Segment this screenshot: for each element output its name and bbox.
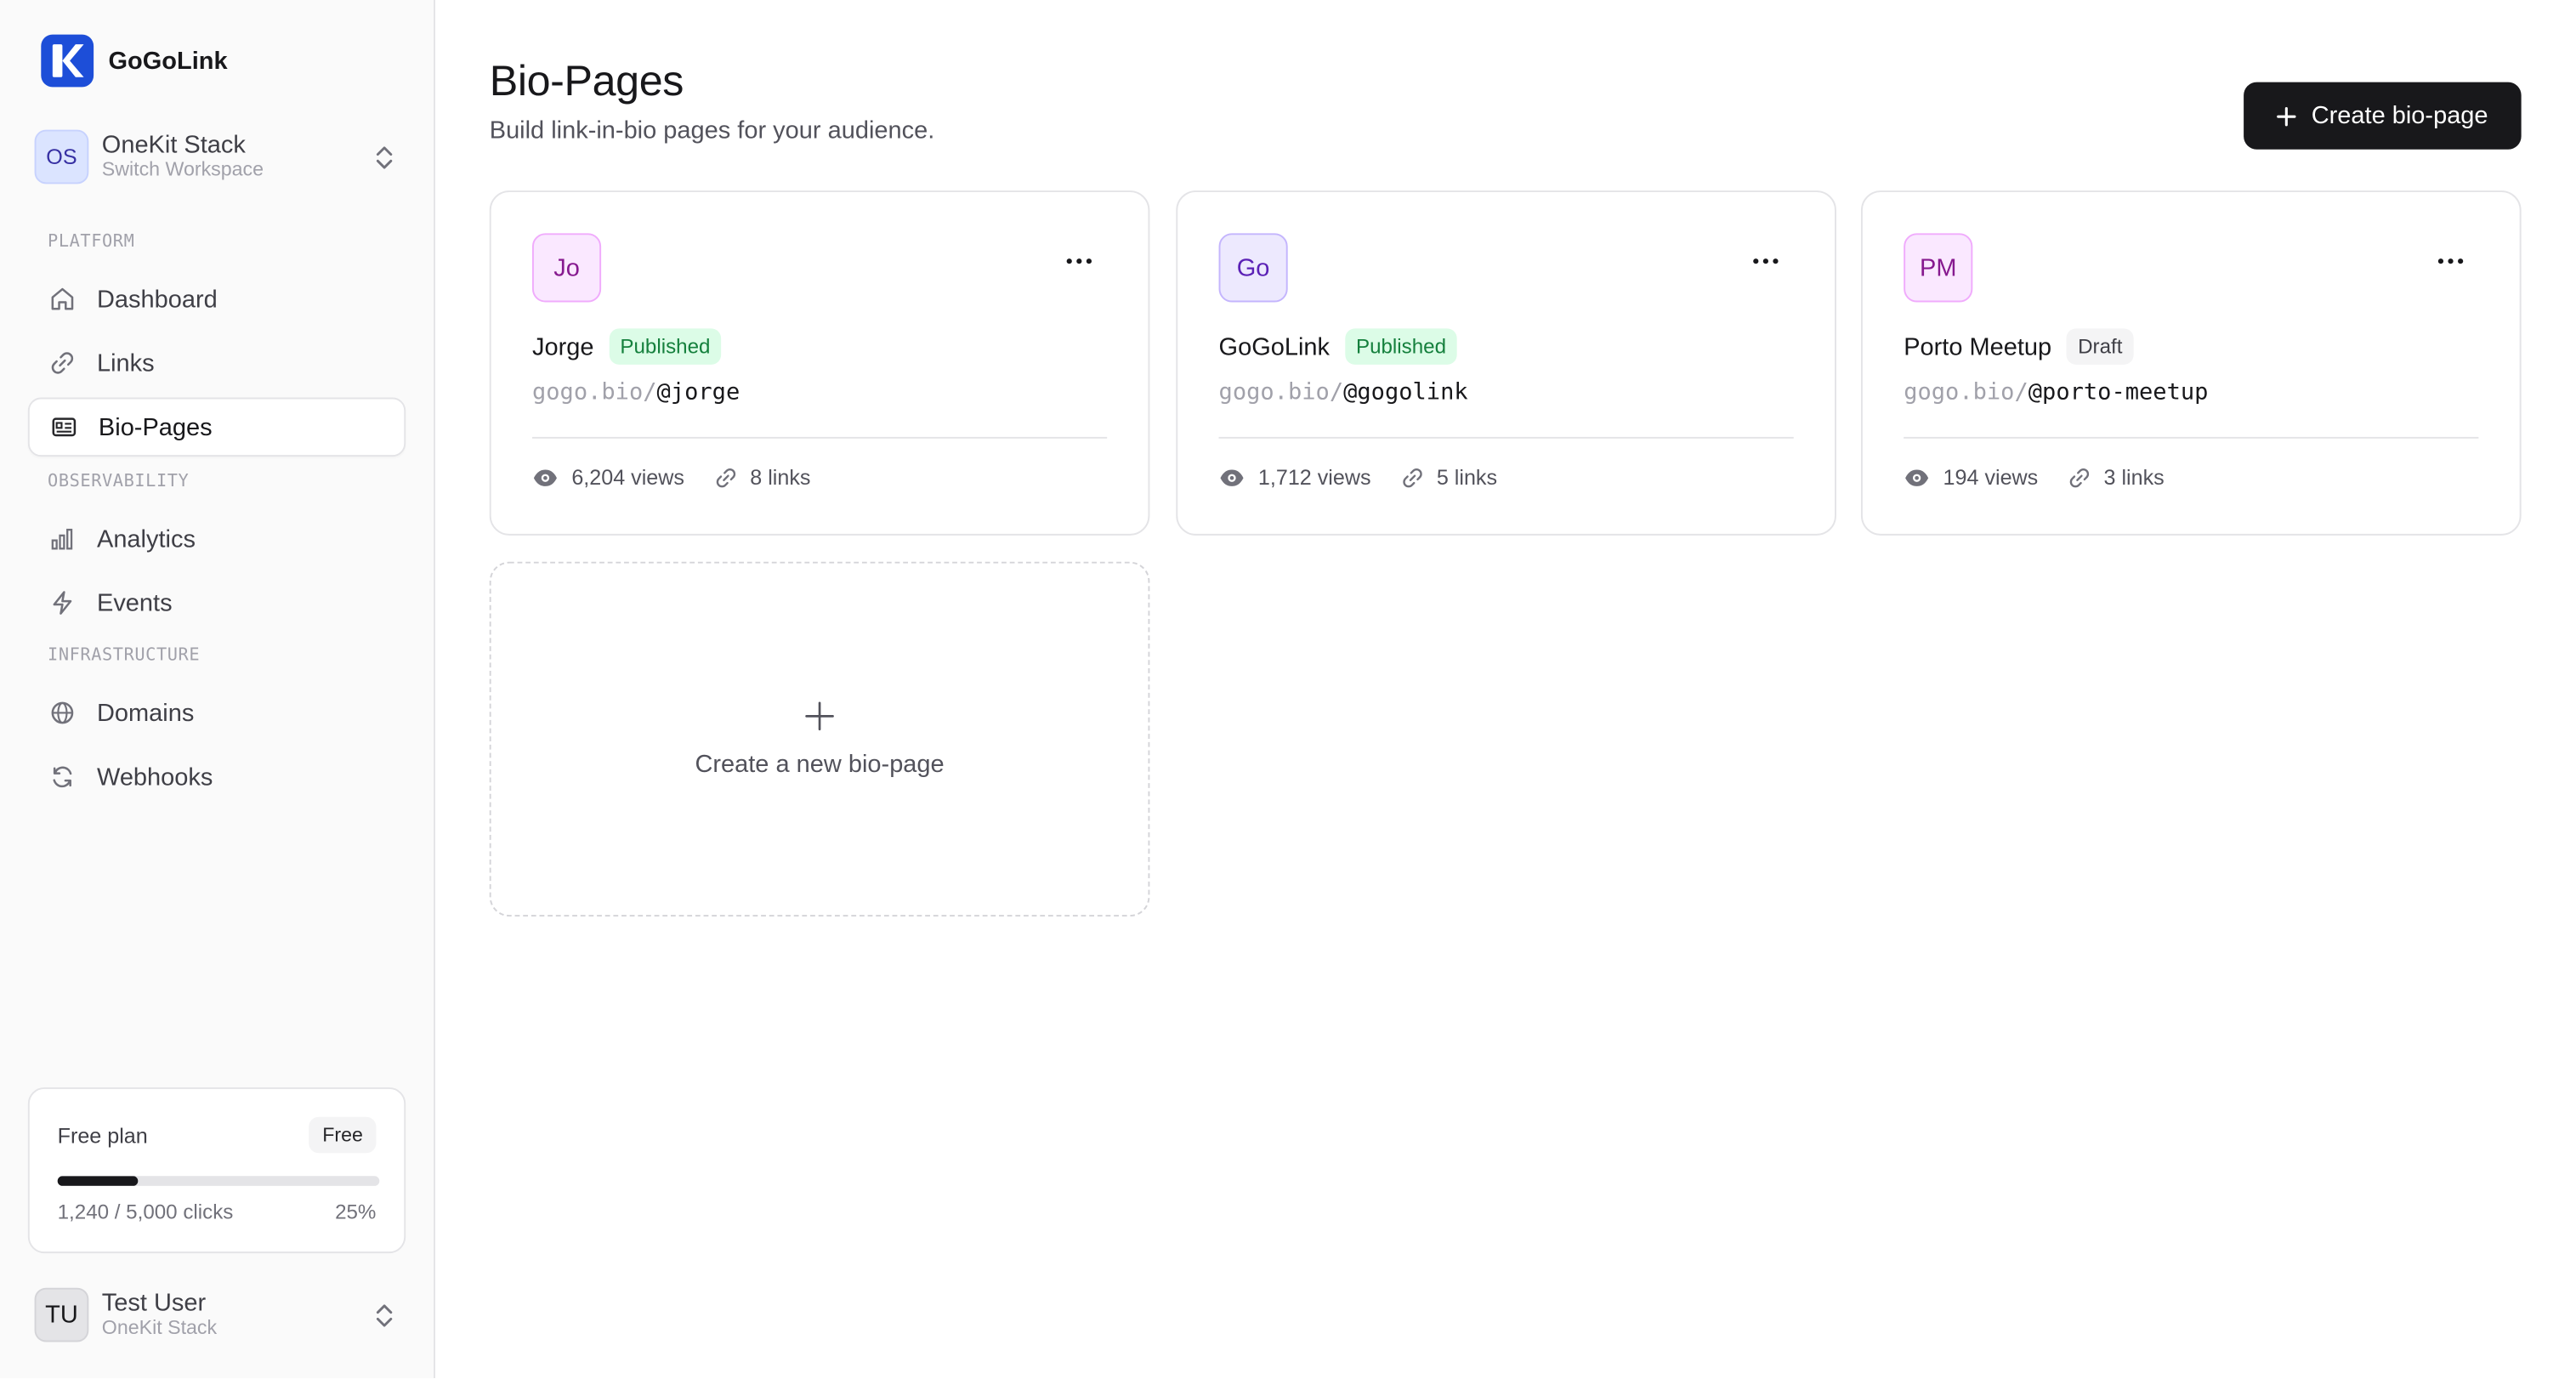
status-badge: Published bbox=[608, 328, 722, 365]
main-content: Bio-Pages Build link-in-bio pages for yo… bbox=[0, 0, 2575, 1378]
card-name: Jorge bbox=[531, 332, 594, 361]
views-count: 6,204 views bbox=[571, 464, 684, 490]
links-count: 3 links bbox=[2103, 464, 2165, 490]
card-url[interactable]: gogo.bio/@gogolink bbox=[1219, 379, 1468, 406]
card-avatar: Jo bbox=[531, 233, 602, 303]
url-prefix: gogo.bio/ bbox=[531, 379, 657, 406]
link-icon bbox=[1402, 468, 1422, 487]
eye-icon bbox=[533, 468, 557, 485]
views-count: 1,712 views bbox=[1257, 464, 1371, 490]
card-url[interactable]: gogo.bio/@jorge bbox=[532, 379, 740, 406]
create-bio-page-button[interactable]: Create bio-page bbox=[2244, 82, 2522, 150]
views-stat: 6,204 views bbox=[532, 465, 684, 490]
create-new-bio-page-card[interactable]: Create a new bio-page bbox=[489, 561, 1150, 917]
card-name: Porto Meetup bbox=[1904, 332, 2052, 361]
card-divider bbox=[1904, 436, 2479, 439]
app-root: GoGoLink OS OneKit Stack Switch Workspac… bbox=[0, 0, 2575, 1378]
links-stat: 8 links bbox=[714, 464, 811, 490]
bio-page-card[interactable]: PM Porto Meetup Draft gogo.bio/@porto-me… bbox=[1860, 190, 2522, 536]
status-badge: Published bbox=[1344, 328, 1458, 365]
card-url[interactable]: gogo.bio/@porto-meetup bbox=[1904, 379, 2208, 406]
card-name: GoGoLink bbox=[1218, 332, 1331, 361]
eye-icon bbox=[1220, 468, 1244, 485]
links-count: 5 links bbox=[1436, 464, 1498, 490]
status-badge: Draft bbox=[2066, 328, 2134, 365]
url-handle: @gogolink bbox=[1343, 379, 1468, 406]
bio-page-card[interactable]: Jo Jorge Published gogo.bio/@jorge 6,204… bbox=[489, 190, 1150, 536]
more-options-icon[interactable] bbox=[2434, 245, 2467, 278]
views-stat: 1,712 views bbox=[1219, 465, 1371, 490]
card-avatar: Go bbox=[1218, 233, 1288, 303]
create-new-bio-page-label: Create a new bio-page bbox=[695, 750, 945, 779]
bio-page-card[interactable]: Go GoGoLink Published gogo.bio/@gogolink… bbox=[1176, 190, 1836, 536]
plus-icon bbox=[805, 701, 834, 731]
views-count: 194 views bbox=[1943, 464, 2039, 490]
url-prefix: gogo.bio/ bbox=[1218, 379, 1344, 406]
more-options-icon[interactable] bbox=[1750, 245, 1783, 278]
url-handle: @jorge bbox=[656, 379, 740, 406]
url-handle: @porto-meetup bbox=[2028, 379, 2209, 406]
more-options-icon[interactable] bbox=[1063, 245, 1096, 278]
views-stat: 194 views bbox=[1904, 465, 2038, 490]
create-bio-page-label: Create bio-page bbox=[2311, 101, 2488, 130]
page-subtitle: Build link-in-bio pages for your audienc… bbox=[489, 116, 935, 145]
link-icon bbox=[2069, 468, 2089, 487]
links-stat: 5 links bbox=[1400, 465, 1497, 490]
plus-icon bbox=[2277, 106, 2296, 126]
url-prefix: gogo.bio/ bbox=[1904, 379, 2028, 406]
card-divider bbox=[1218, 436, 1794, 439]
eye-icon bbox=[1905, 468, 1929, 485]
links-stat: 3 links bbox=[2068, 465, 2165, 490]
link-icon bbox=[716, 468, 735, 487]
card-divider bbox=[531, 436, 1108, 439]
links-count: 8 links bbox=[750, 464, 811, 490]
page-title: Bio-Pages bbox=[489, 55, 684, 105]
card-avatar: PM bbox=[1904, 233, 1973, 303]
